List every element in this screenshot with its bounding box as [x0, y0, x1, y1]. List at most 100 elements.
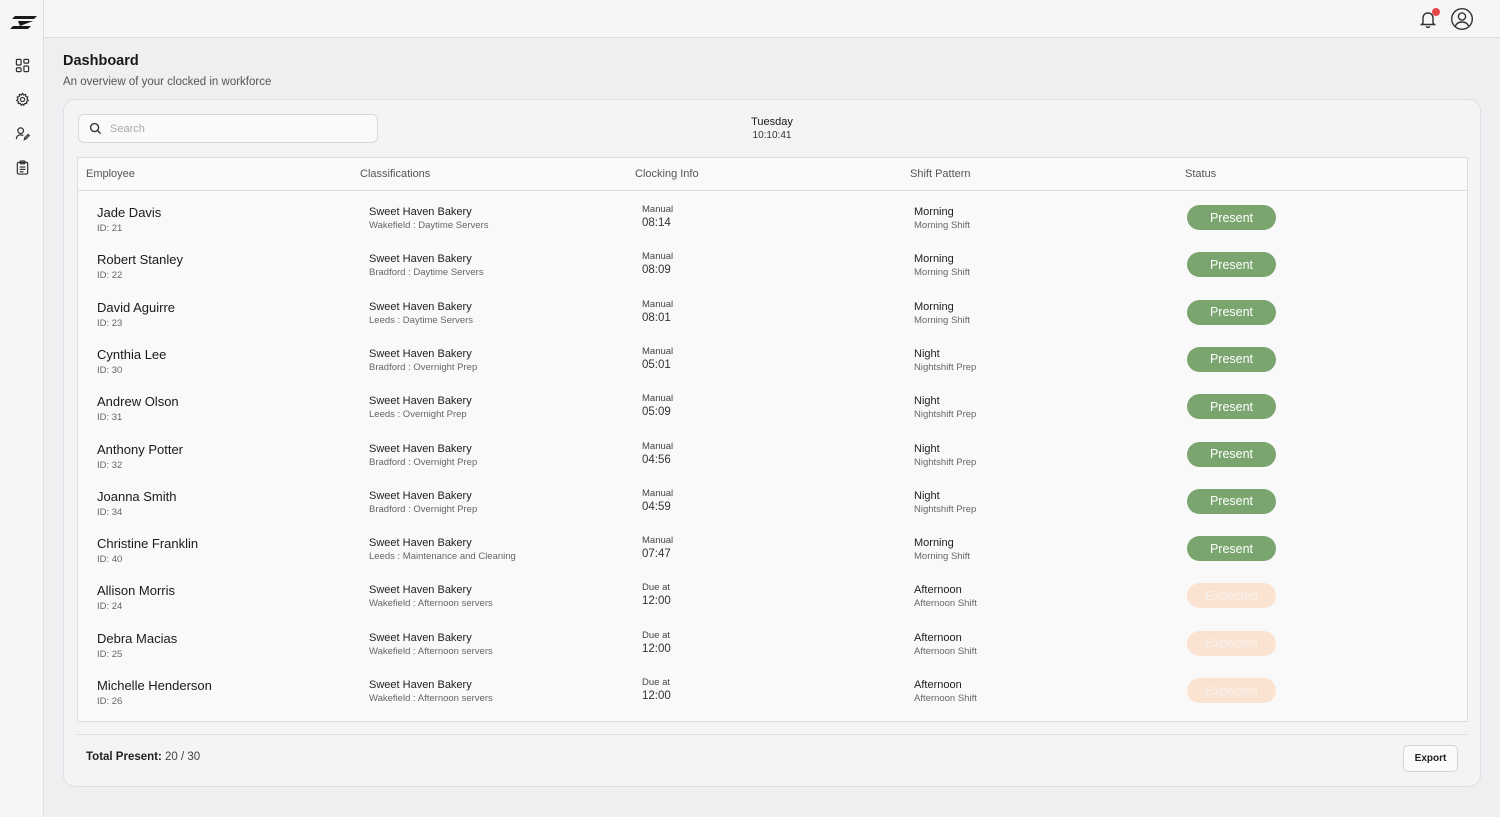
status-badge[interactable]: Expected [1187, 630, 1276, 656]
sidebar-item-dashboard[interactable] [12, 55, 32, 75]
clocking-time: 12:00 [642, 595, 671, 608]
clocking-time: 08:14 [642, 217, 671, 229]
export-button[interactable]: Export [1403, 745, 1458, 772]
classification-detail: Wakefield : Afternoon servers [369, 645, 493, 657]
status-badge[interactable]: Present [1187, 299, 1276, 325]
shift-cell: Night Nightshift Prep [914, 395, 976, 420]
table-header: Employee Classifications Clocking Info S… [78, 158, 1467, 191]
search-box[interactable] [78, 114, 378, 143]
page-title: Dashboard [63, 53, 139, 69]
employee-name[interactable]: Jade Davis [97, 205, 161, 220]
classification-detail: Wakefield : Daytime Servers [369, 220, 489, 231]
employee-name[interactable]: Robert Stanley [97, 252, 183, 267]
column-header-shift-pattern[interactable]: Shift Pattern [910, 168, 971, 180]
user-circle-icon [1450, 7, 1474, 31]
sidebar-item-reports[interactable] [12, 157, 32, 177]
employee-name[interactable]: Cynthia Lee [97, 347, 166, 362]
column-header-clocking-info[interactable]: Clocking Info [635, 168, 699, 180]
shift-name: Morning [914, 300, 954, 313]
shift-name: Night [914, 395, 940, 408]
clocking-cell: Manual 05:09 [642, 393, 673, 418]
employee-cell: Christine Franklin ID: 40 [97, 536, 198, 565]
top-bar [44, 0, 1500, 38]
company-name: Sweet Haven Bakery [369, 395, 472, 408]
status-badge[interactable]: Expected [1187, 583, 1276, 609]
employee-name[interactable]: Michelle Henderson [97, 678, 212, 693]
shift-cell: Night Nightshift Prep [914, 443, 976, 468]
clocking-method: Due at [642, 677, 670, 688]
table-row[interactable]: Christine Franklin ID: 40 Sweet Haven Bake… [78, 534, 1467, 581]
shift-cell: Morning Morning Shift [914, 206, 970, 231]
page-subtitle: An overview of your clocked in workforce [63, 76, 272, 88]
shift-detail: Nightshift Prep [914, 456, 977, 468]
table-row[interactable]: Michelle Henderson ID: 26 Sweet Haven Bake… [78, 676, 1467, 723]
dashboard-grid-icon [15, 58, 29, 72]
classification-cell: Sweet Haven Bakery Bradford : Daytime Ser… [369, 253, 484, 278]
table-row[interactable]: Anthony Potter ID: 32 Sweet Haven Bakery Br… [78, 440, 1467, 487]
status-badge[interactable]: Present [1187, 252, 1276, 278]
table-row[interactable]: Joanna Smith ID: 34 Sweet Haven Bakery Brad… [78, 487, 1467, 534]
clocking-method: Manual [642, 298, 674, 310]
clocking-cell: Due at 12:00 [642, 630, 671, 655]
shift-detail: Morning Shift [914, 314, 970, 326]
sidebar-item-settings[interactable] [12, 89, 32, 109]
employee-name[interactable]: Anthony Potter [97, 442, 183, 457]
employee-id: ID: 30 [97, 364, 123, 376]
employee-name[interactable]: David Aguirre [97, 300, 175, 315]
employee-name[interactable]: Andrew Olson [97, 394, 179, 409]
shift-name: Morning [914, 206, 954, 218]
search-input[interactable] [110, 122, 360, 135]
employee-name[interactable]: Christine Franklin [97, 536, 198, 551]
shift-name: Afternoon [914, 631, 962, 644]
clocking-cell: Due at 12:00 [642, 677, 671, 702]
clocking-time: 05:01 [642, 358, 671, 371]
table-row[interactable]: Allison Morris ID: 24 Sweet Haven Bakery Wa… [78, 581, 1467, 628]
employee-id: ID: 40 [97, 554, 123, 566]
workforce-card: Tuesday 10:10:41 Employee Classification… [63, 99, 1481, 787]
app-logo[interactable] [9, 12, 39, 32]
employee-name[interactable]: Joanna Smith [97, 489, 177, 504]
column-header-employee[interactable]: Employee [86, 168, 135, 180]
employee-id: ID: 26 [97, 696, 123, 707]
classification-detail: Wakefield : Afternoon servers [369, 598, 493, 610]
table-row[interactable]: Debra Macias ID: 25 Sweet Haven Bakery Wake… [78, 629, 1467, 676]
classification-cell: Sweet Haven Bakery Wakefield : Daytime Se… [369, 206, 489, 231]
account-button[interactable] [1450, 7, 1474, 31]
status-badge[interactable]: Present [1187, 536, 1276, 562]
classification-detail: Leeds : Overnight Prep [369, 409, 467, 421]
clocking-method: Manual [642, 251, 674, 263]
current-datetime: Tuesday 10:10:41 [724, 116, 820, 141]
shift-cell: Morning Morning Shift [914, 253, 970, 278]
company-name: Sweet Haven Bakery [369, 584, 472, 597]
column-header-status[interactable]: Status [1185, 168, 1216, 180]
footer-divider [77, 734, 1467, 735]
status-badge[interactable]: Present [1187, 488, 1276, 514]
sidebar-item-users[interactable] [12, 123, 32, 143]
status-badge[interactable]: Present [1187, 205, 1276, 230]
status-badge[interactable]: Present [1187, 441, 1276, 467]
table-row[interactable]: David Aguirre ID: 23 Sweet Haven Bakery Lee… [78, 298, 1467, 345]
employee-name[interactable]: Debra Macias [97, 631, 177, 646]
table-row[interactable]: Cynthia Lee ID: 30 Sweet Haven Bakery Bradf… [78, 345, 1467, 392]
clocking-cell: Manual 08:01 [642, 299, 673, 324]
table-row[interactable]: Robert Stanley ID: 22 Sweet Haven Bakery Br… [78, 250, 1467, 297]
status-badge[interactable]: Present [1187, 346, 1276, 372]
employee-id: ID: 32 [97, 459, 123, 471]
clocking-time: 08:01 [642, 311, 671, 324]
column-header-classifications[interactable]: Classifications [360, 168, 430, 180]
status-badge[interactable]: Expected [1187, 678, 1276, 703]
clocking-cell: Manual 04:59 [642, 488, 673, 513]
notifications-button[interactable] [1418, 8, 1440, 29]
employee-id: ID: 25 [97, 648, 123, 660]
sidebar [0, 0, 44, 817]
shift-detail: Morning Shift [914, 551, 970, 563]
shift-name: Afternoon [914, 584, 962, 597]
shift-detail: Morning Shift [914, 267, 970, 279]
status-badge[interactable]: Present [1187, 394, 1276, 420]
table-row[interactable]: Jade Davis ID: 21 Sweet Haven Bakery Wakefi… [78, 203, 1467, 250]
classification-detail: Wakefield : Afternoon servers [369, 693, 493, 704]
shift-detail: Nightshift Prep [914, 503, 977, 515]
table-row[interactable]: Andrew Olson ID: 31 Sweet Haven Bakery Leed… [78, 392, 1467, 439]
employee-name[interactable]: Allison Morris [97, 583, 175, 598]
current-day: Tuesday [751, 116, 793, 128]
